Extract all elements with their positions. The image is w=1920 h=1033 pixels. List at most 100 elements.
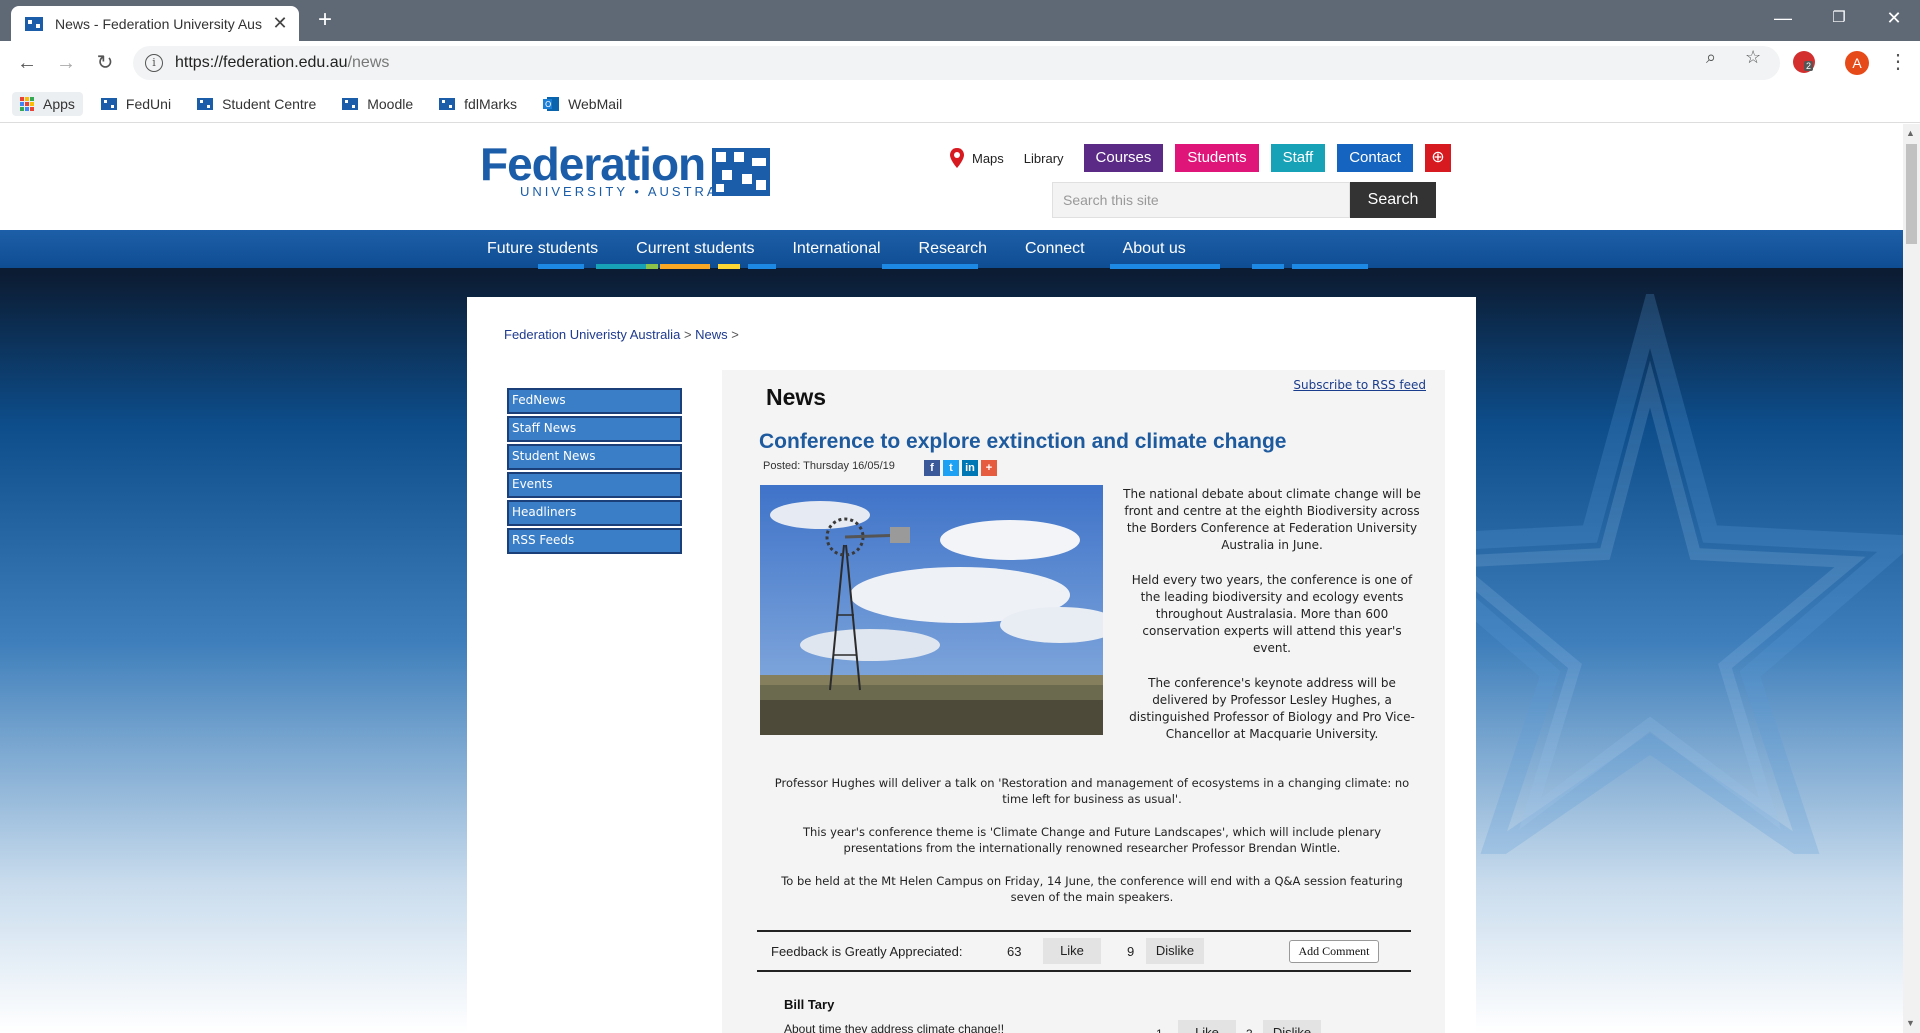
comment-dislike-count: 3	[1246, 1027, 1253, 1033]
site-search: Search this site Search	[1052, 182, 1436, 218]
dislike-button[interactable]: Dislike	[1146, 938, 1204, 964]
library-link[interactable]: Library	[1024, 151, 1064, 166]
main-navigation: Future students Current students Interna…	[0, 230, 1903, 268]
url-bar[interactable]: i https://federation.edu.au/news	[133, 46, 1780, 80]
scroll-up-icon[interactable]: ▲	[1906, 128, 1915, 138]
nav-about-us[interactable]: About us	[1123, 240, 1186, 258]
plus-icon[interactable]: +	[981, 460, 997, 476]
bookmark-label: FedUni	[125, 95, 172, 112]
restore-icon[interactable]: ❐	[1828, 8, 1850, 26]
extension-icon[interactable]: 2	[1793, 51, 1815, 73]
new-tab-icon[interactable]: +	[312, 7, 338, 33]
comment-author: Bill Tary	[784, 997, 835, 1012]
bookmark-moodle[interactable]: Moodle	[342, 96, 413, 112]
comment-like-button[interactable]: Like	[1178, 1020, 1236, 1033]
url-text: https://federation.edu.au/news	[175, 54, 389, 72]
map-pin-icon	[950, 148, 964, 168]
like-button[interactable]: Like	[1043, 938, 1101, 964]
nav-future-students[interactable]: Future students	[487, 240, 598, 258]
article-title[interactable]: Conference to explore extinction and cli…	[759, 430, 1286, 454]
logo-flag-icon	[712, 148, 770, 196]
rss-subscribe-link[interactable]: Subscribe to RSS feed	[1293, 378, 1426, 392]
article-paragraph: This year's conference theme is 'Climate…	[802, 825, 1382, 855]
bookmark-label: Apps	[43, 95, 75, 112]
article-intro: The national debate about climate change…	[1122, 486, 1422, 761]
window-close-icon[interactable]: ✕	[1883, 8, 1905, 29]
posted-date: Posted: Thursday 16/05/19	[763, 460, 895, 472]
reload-icon[interactable]: ↻	[92, 50, 118, 76]
profile-avatar[interactable]: A	[1845, 51, 1869, 75]
scrollbar-thumb[interactable]	[1906, 144, 1917, 244]
bookmark-webmail[interactable]: O WebMail	[543, 96, 622, 112]
zoom-icon[interactable]: ⌕	[1706, 47, 1716, 68]
breadcrumb-news[interactable]: News	[695, 327, 728, 342]
article-paragraph: Held every two years, the conference is …	[1131, 573, 1413, 655]
feduni-icon	[342, 97, 359, 110]
nav-research[interactable]: Research	[919, 240, 987, 258]
bookmark-feduni[interactable]: FedUni	[100, 95, 172, 112]
article-windmill-image	[760, 485, 1103, 735]
url-host: https://federation.edu.au	[175, 54, 348, 71]
staff-button[interactable]: Staff	[1270, 144, 1326, 172]
feedback-bar: Feedback is Greatly Appreciated: 63 Like…	[757, 930, 1411, 972]
sidebar-item-staff-news[interactable]: Staff News	[507, 416, 682, 442]
news-sidebar: FedNews Staff News Student News Events H…	[507, 388, 682, 556]
sidebar-item-rss-feeds[interactable]: RSS Feeds	[507, 528, 682, 554]
comment-like-count: 1	[1156, 1027, 1163, 1033]
breadcrumb-home[interactable]: Federation Univeristy Australia	[504, 327, 680, 342]
search-input[interactable]: Search this site	[1052, 182, 1350, 218]
sidebar-item-fednews[interactable]: FedNews	[507, 388, 682, 414]
comment-dislike-button[interactable]: Dislike	[1263, 1020, 1321, 1033]
feduni-icon	[197, 97, 214, 110]
menu-kebab-icon[interactable]: ⋮	[1888, 49, 1908, 74]
linkedin-icon[interactable]: in	[962, 460, 978, 476]
article-paragraph: Professor Hughes will deliver a talk on …	[774, 776, 1410, 806]
article-body: Professor Hughes will deliver a talk on …	[772, 775, 1412, 922]
students-button[interactable]: Students	[1175, 144, 1259, 172]
svg-text:O: O	[545, 100, 551, 109]
article-paragraph: To be held at the Mt Helen Campus on Fri…	[781, 874, 1403, 904]
browser-tab-strip: News - Federation University Aus ✕ + — ❐…	[0, 0, 1920, 41]
nav-international[interactable]: International	[792, 240, 880, 258]
back-icon[interactable]: ←	[14, 50, 40, 76]
bookmark-star-icon[interactable]: ☆	[1745, 47, 1761, 68]
twitter-icon[interactable]: t	[943, 460, 959, 476]
bookmark-student-centre[interactable]: Student Centre	[197, 96, 316, 112]
breadcrumb-separator: >	[683, 327, 692, 342]
minimize-icon[interactable]: —	[1772, 8, 1794, 29]
article-paragraph: The national debate about climate change…	[1123, 487, 1421, 552]
background-star-graphic	[1420, 294, 1903, 854]
feedback-label: Feedback is Greatly Appreciated:	[771, 944, 963, 959]
search-button[interactable]: Search	[1350, 182, 1436, 218]
add-comment-button[interactable]: Add Comment	[1289, 940, 1379, 963]
maps-link[interactable]: Maps	[950, 148, 1004, 168]
bookmark-label: fdlMarks	[464, 95, 518, 112]
federation-logo[interactable]: Federation UNIVERSITY • AUSTRALIA	[480, 140, 747, 199]
courses-button[interactable]: Courses	[1083, 144, 1164, 172]
globe-icon[interactable]: ⊕	[1424, 144, 1451, 172]
maps-label: Maps	[972, 150, 1004, 166]
sidebar-item-headliners[interactable]: Headliners	[507, 500, 682, 526]
sidebar-item-student-news[interactable]: Student News	[507, 444, 682, 470]
browser-tab[interactable]: News - Federation University Aus ✕	[11, 6, 299, 41]
contact-button[interactable]: Contact	[1337, 144, 1413, 172]
nav-connect[interactable]: Connect	[1025, 240, 1085, 258]
facebook-icon[interactable]: f	[924, 460, 940, 476]
news-article: Subscribe to RSS feed News Conference to…	[722, 370, 1445, 1033]
site-info-icon[interactable]: i	[145, 54, 163, 72]
bookmark-apps[interactable]: Apps	[12, 91, 83, 116]
forward-icon[interactable]: →	[53, 50, 79, 76]
apps-grid-icon	[20, 96, 34, 111]
share-buttons: f t in +	[924, 460, 1000, 476]
tab-title: News - Federation University Aus	[55, 15, 262, 32]
scroll-down-icon[interactable]: ▼	[1906, 1018, 1915, 1028]
web-page: Federation UNIVERSITY • AUSTRALIA Maps L…	[0, 124, 1903, 1033]
nav-current-students[interactable]: Current students	[636, 240, 754, 258]
page-scrollbar[interactable]: ▲ ▼	[1903, 124, 1920, 1033]
bookmark-fdlmarks[interactable]: fdlMarks	[439, 96, 517, 112]
bookmark-label: Student Centre	[222, 95, 317, 112]
tab-close-icon[interactable]: ✕	[271, 13, 289, 34]
sidebar-item-events[interactable]: Events	[507, 472, 682, 498]
like-count: 63	[1007, 944, 1022, 959]
bookmark-label: WebMail	[568, 95, 623, 112]
